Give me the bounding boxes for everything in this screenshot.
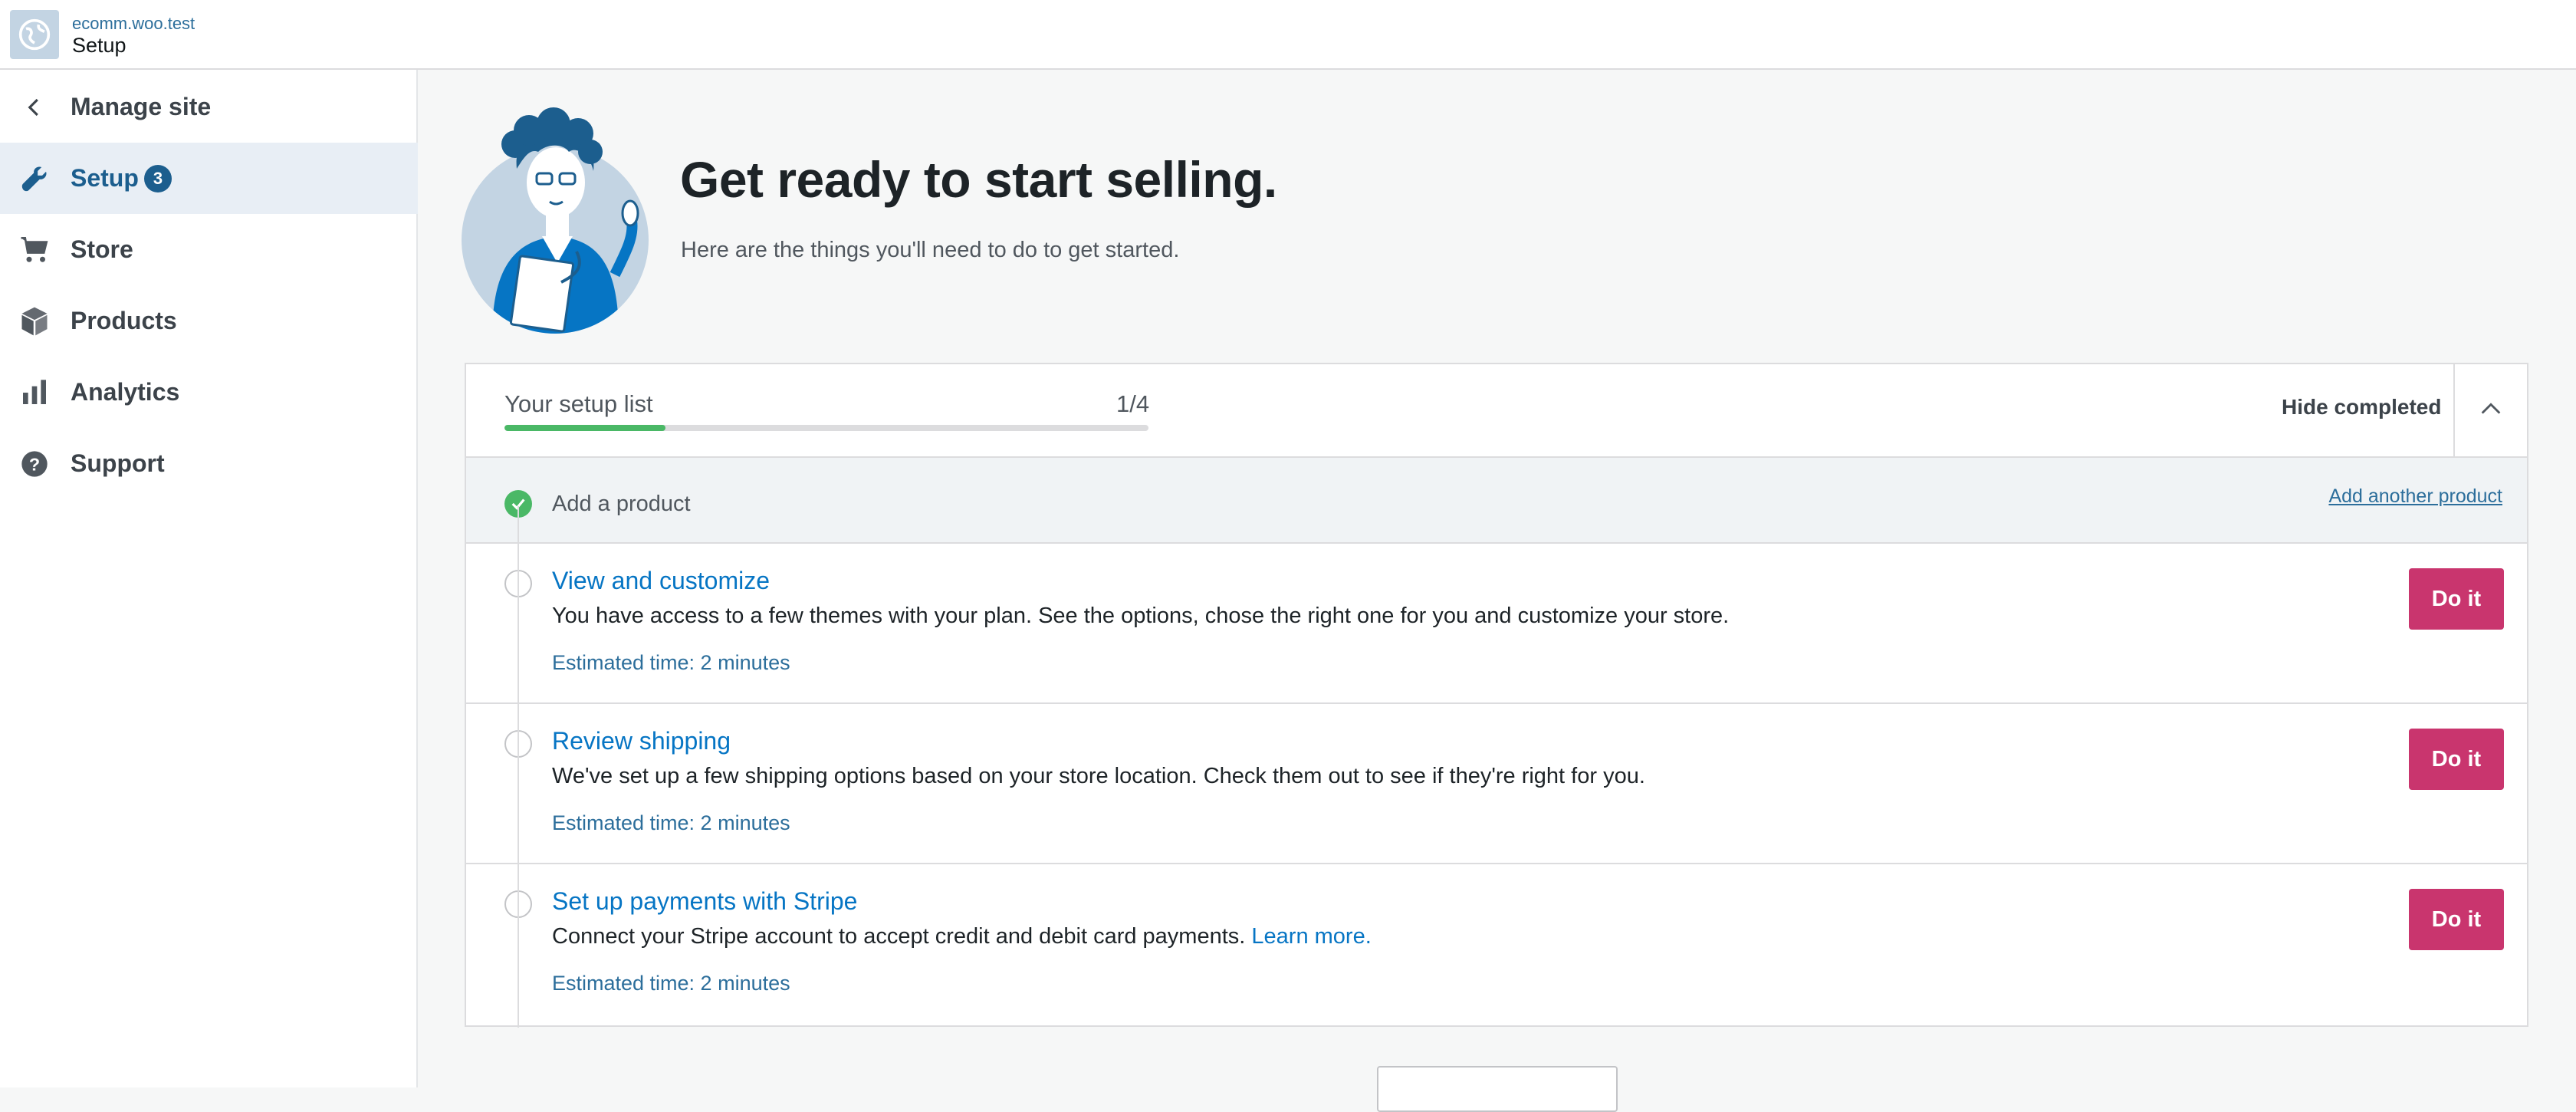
sidebar-item-label: Store [71,235,133,263]
setup-count-badge: 3 [144,164,172,192]
masterbar: ecomm.woo.test Setup [0,0,2576,70]
sidebar-item-setup[interactable]: Setup 3 [0,143,418,214]
chevron-up-icon [2478,396,2504,426]
hide-completed-button[interactable]: Hide completed [2282,395,2441,419]
bar-chart-icon [17,375,52,410]
site-domain[interactable]: ecomm.woo.test [72,15,195,33]
learn-more-link[interactable]: Learn more. [1251,924,1371,949]
task-title[interactable]: Set up payments with Stripe [552,887,857,916]
cart-icon [17,232,52,268]
chevron-left-icon [17,90,52,125]
sidebar-item-store[interactable]: Store [0,214,418,285]
task-estimated-time: Estimated time: 2 minutes [552,651,790,674]
task-estimated-time: Estimated time: 2 minutes [552,972,790,995]
woman-with-checklist-illustration [462,107,649,334]
box-icon [17,304,52,339]
completed-task-row: Add a product Add another product [466,458,2527,544]
setup-checklist-card: Your setup list 1/4 Hide completed Add a… [465,363,2528,1027]
checklist-count: 1/4 [1116,390,1150,417]
task-description: You have access to a few themes with you… [552,604,1730,628]
task-timeline-line [518,506,519,1028]
checklist-progress-fill [504,425,665,431]
collapse-button[interactable] [2453,364,2527,456]
sidebar: Manage site Setup 3 Store Products Analy… [0,70,418,1087]
task-description-text: Connect your Stripe account to accept cr… [552,924,1246,949]
add-another-product-link[interactable]: Add another product [2328,485,2502,508]
task-description: Connect your Stripe account to accept cr… [552,924,1372,949]
page-title: Get ready to start selling. [680,151,1277,208]
help-icon: ? [17,446,52,482]
checklist-progress-bar [504,425,1148,431]
sidebar-item-analytics[interactable]: Analytics [0,357,418,428]
sidebar-item-label: Products [71,307,177,334]
sidebar-item-manage-site[interactable]: Manage site [0,71,418,143]
task-description: We've set up a few shipping options base… [552,764,1645,788]
do-it-button[interactable]: Do it [2409,889,2504,950]
sidebar-item-label: Setup [71,164,139,192]
site-globe-icon[interactable] [10,10,59,59]
sidebar-item-label: Support [71,449,165,477]
do-it-button[interactable]: Do it [2409,568,2504,630]
page-subtitle: Here are the things you'll need to do to… [681,238,1180,262]
svg-text:?: ? [29,454,40,474]
checklist-header: Your setup list 1/4 Hide completed [466,364,2527,458]
sidebar-item-label: Analytics [71,378,180,406]
task-row[interactable]: View and customize You have access to a … [466,544,2527,704]
task-title[interactable]: Review shipping [552,727,731,755]
completed-task-title: Add a product [552,492,691,516]
site-title[interactable]: Setup [72,34,127,57]
sidebar-item-products[interactable]: Products [0,285,418,357]
task-title[interactable]: View and customize [552,567,770,595]
partial-bottom-button[interactable] [1377,1066,1618,1112]
wrench-icon [17,161,52,196]
checklist-label: Your setup list [504,390,653,417]
sidebar-item-label: Manage site [71,93,212,120]
do-it-button[interactable]: Do it [2409,729,2504,790]
sidebar-item-support[interactable]: ? Support [0,428,418,499]
task-row[interactable]: Review shipping We've set up a few shipp… [466,704,2527,864]
task-estimated-time: Estimated time: 2 minutes [552,811,790,834]
task-row[interactable]: Set up payments with Stripe Connect your… [466,864,2527,1025]
